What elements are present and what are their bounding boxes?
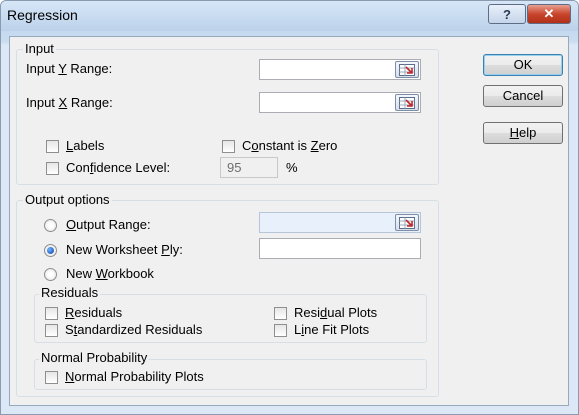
close-button[interactable]: ✕ [527,4,571,24]
output-range-selector-button[interactable] [395,214,419,231]
confidence-level-field[interactable]: 95 [220,157,278,178]
range-select-icon [399,64,415,76]
cancel-button[interactable]: Cancel [483,85,563,107]
standardized-residuals-label: Standardized Residuals [65,322,203,337]
confidence-level-checkbox[interactable] [46,162,59,175]
residuals-group-label: Residuals [39,285,101,300]
dialog-body: Input Input Y Range: Input X Range: Labe… [9,36,569,406]
output-range-radio[interactable] [44,219,57,232]
question-mark-icon: ? [503,6,511,22]
normal-probability-plots-checkbox[interactable] [45,371,58,384]
output-range-label: Output Range: [66,217,151,232]
constant-zero-label: Constant is Zero [242,138,338,153]
input-y-range-label: Input Y Range: [26,61,113,76]
new-workbook-label: New Workbook [66,266,154,281]
title-bar[interactable]: Regression ? ✕ [1,1,578,31]
regression-dialog: Regression ? ✕ Input Input Y Range: Inpu… [0,0,579,415]
constant-zero-checkbox[interactable] [222,140,235,153]
confidence-level-label: Confidence Level: [66,160,171,175]
range-select-icon [399,217,415,229]
line-fit-plots-checkbox[interactable] [274,324,287,337]
normal-probability-plots-label: Normal Probability Plots [65,369,204,384]
labels-label: Labels [66,138,105,153]
input-group-label: Input [23,41,56,56]
dialog-title: Regression [7,7,78,23]
residual-plots-checkbox[interactable] [274,307,287,320]
labels-checkbox[interactable] [46,140,59,153]
close-icon: ✕ [543,6,555,21]
new-worksheet-ply-label: New Worksheet Ply: [66,242,183,257]
y-range-selector-button[interactable] [395,61,419,78]
range-select-icon [399,97,415,109]
title-help-button[interactable]: ? [488,4,526,24]
percent-sign: % [286,160,298,175]
standardized-residuals-checkbox[interactable] [45,324,58,337]
help-button[interactable]: Help [483,122,563,144]
output-options-label: Output options [23,192,112,207]
residual-plots-label: Residual Plots [294,305,378,320]
new-workbook-radio[interactable] [44,268,57,281]
input-x-range-label: Input X Range: [26,95,113,110]
ok-button[interactable]: OK [483,54,563,76]
line-fit-plots-label: Line Fit Plots [294,322,370,337]
new-worksheet-ply-field[interactable] [259,238,421,259]
residuals-label: Residuals [65,305,123,320]
residuals-checkbox[interactable] [45,307,58,320]
new-worksheet-ply-radio[interactable] [44,244,57,257]
x-range-selector-button[interactable] [395,94,419,111]
normal-probability-group-label: Normal Probability [39,350,150,365]
